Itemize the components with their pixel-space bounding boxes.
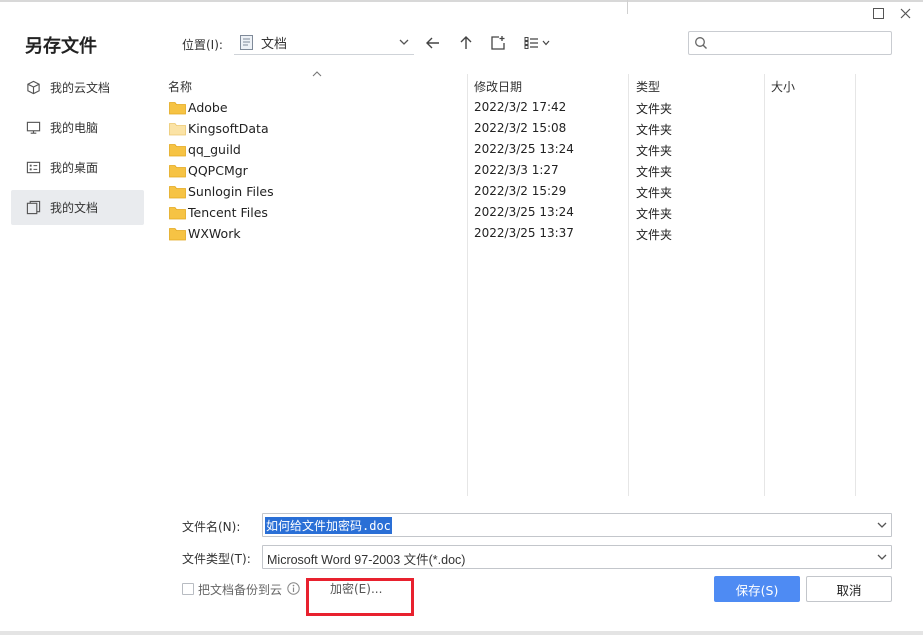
column-header-size[interactable]: 大小 <box>771 78 795 95</box>
file-name: qq_guild <box>188 142 241 157</box>
list-view-icon <box>524 37 550 49</box>
file-date: 2022/3/3 1:27 <box>474 163 559 177</box>
top-divider-tick <box>627 0 628 14</box>
sidebar-item-cloud-docs[interactable]: 我的云文档 <box>11 70 144 105</box>
desktop-icon <box>25 160 41 176</box>
folder-icon <box>169 143 186 157</box>
file-date: 2022/3/2 17:42 <box>474 100 567 114</box>
monitor-icon <box>25 120 41 136</box>
table-row[interactable]: WXWork 2022/3/25 13:37 文件夹 <box>166 224 866 245</box>
search-icon <box>694 36 708 50</box>
file-name: WXWork <box>188 226 241 241</box>
backup-to-cloud-label[interactable]: 把文档备份到云 <box>198 581 282 598</box>
sidebar-item-label: 我的桌面 <box>50 161 99 175</box>
table-row[interactable]: Tencent Files 2022/3/25 13:24 文件夹 <box>166 203 866 224</box>
info-icon[interactable] <box>287 582 300 595</box>
filetype-value: Microsoft Word 97-2003 文件(*.doc) <box>267 553 466 567</box>
folder-icon <box>169 185 186 199</box>
file-type: 文件夹 <box>636 228 673 242</box>
filename-label: 文件名(N): <box>182 520 241 534</box>
folder-icon <box>169 227 186 241</box>
filename-input[interactable]: 如何给文件加密码.doc <box>262 513 892 537</box>
sort-ascending-icon <box>312 70 322 78</box>
new-folder-icon <box>491 36 505 50</box>
chevron-down-icon <box>876 551 888 563</box>
file-type: 文件夹 <box>636 165 673 179</box>
cancel-button[interactable]: 取消 <box>806 576 892 602</box>
column-header-type[interactable]: 类型 <box>636 78 660 95</box>
file-date: 2022/3/25 13:37 <box>474 226 574 240</box>
search-input[interactable] <box>713 34 885 52</box>
sidebar-item-my-desktop[interactable]: 我的桌面 <box>11 150 144 185</box>
chevron-down-icon <box>398 36 410 48</box>
folder-icon <box>169 164 186 178</box>
table-row[interactable]: Sunlogin Files 2022/3/2 15:29 文件夹 <box>166 182 866 203</box>
file-type: 文件夹 <box>636 123 673 137</box>
close-button[interactable] <box>898 6 912 20</box>
file-name: QQPCMgr <box>188 163 248 178</box>
file-name: KingsoftData <box>188 121 269 136</box>
table-row[interactable]: qq_guild 2022/3/25 13:24 文件夹 <box>166 140 866 161</box>
arrow-left-icon <box>426 37 439 49</box>
sidebar-item-label: 我的文档 <box>50 201 99 215</box>
folder-icon <box>169 206 186 220</box>
file-type: 文件夹 <box>636 144 673 158</box>
table-row[interactable]: QQPCMgr 2022/3/3 1:27 文件夹 <box>166 161 866 182</box>
bottom-border <box>0 631 923 635</box>
table-row[interactable]: Adobe 2022/3/2 17:42 文件夹 <box>166 98 866 119</box>
filename-value: 如何给文件加密码.doc <box>265 517 392 534</box>
close-icon <box>900 8 910 18</box>
maximize-button[interactable] <box>871 6 885 20</box>
file-name: Sunlogin Files <box>188 184 274 199</box>
sidebar-item-label: 我的云文档 <box>50 81 111 95</box>
file-type: 文件夹 <box>636 207 673 221</box>
file-date: 2022/3/2 15:29 <box>474 184 567 198</box>
column-header-date[interactable]: 修改日期 <box>474 78 522 95</box>
location-label: 位置(I): <box>182 38 223 52</box>
column-header-name[interactable]: 名称 <box>168 78 192 95</box>
sidebar-item-my-computer[interactable]: 我的电脑 <box>11 110 144 145</box>
documents-icon <box>25 200 41 216</box>
dialog-title: 另存文件 <box>25 36 97 57</box>
file-list: 名称 修改日期 类型 大小 Adobe 2022/3/2 17:42 文件夹 K… <box>160 70 882 500</box>
sidebar: 另存文件 我的云文档 我的电脑 我的桌面 我的文档 <box>0 0 160 635</box>
folder-icon <box>169 122 186 136</box>
document-icon <box>240 35 253 50</box>
file-type: 文件夹 <box>636 102 673 116</box>
encrypt-button[interactable]: 加密(E)... <box>330 580 382 597</box>
file-date: 2022/3/25 13:24 <box>474 205 574 219</box>
location-dropdown[interactable]: 文档 <box>234 31 414 55</box>
save-button[interactable]: 保存(S) <box>714 576 800 602</box>
sidebar-item-my-documents[interactable]: 我的文档 <box>11 190 144 225</box>
view-options-button[interactable] <box>522 32 554 54</box>
new-folder-button[interactable] <box>487 32 509 54</box>
file-date: 2022/3/2 15:08 <box>474 121 567 135</box>
sidebar-item-label: 我的电脑 <box>50 121 99 135</box>
maximize-icon <box>872 7 884 19</box>
folder-icon <box>169 101 186 115</box>
file-name: Adobe <box>188 100 228 115</box>
table-row[interactable]: KingsoftData 2022/3/2 15:08 文件夹 <box>166 119 866 140</box>
chevron-down-icon[interactable] <box>876 519 888 531</box>
arrow-up-icon <box>460 36 472 49</box>
cube-icon <box>25 80 41 96</box>
filetype-label: 文件类型(T): <box>182 552 251 566</box>
up-button[interactable] <box>455 32 477 54</box>
location-value: 文档 <box>261 37 288 52</box>
filetype-select[interactable]: Microsoft Word 97-2003 文件(*.doc) <box>262 545 892 569</box>
file-name: Tencent Files <box>188 205 268 220</box>
search-box[interactable] <box>688 31 892 55</box>
file-type: 文件夹 <box>636 186 673 200</box>
backup-to-cloud-checkbox[interactable] <box>182 583 194 595</box>
back-button[interactable] <box>422 32 444 54</box>
file-date: 2022/3/25 13:24 <box>474 142 574 156</box>
